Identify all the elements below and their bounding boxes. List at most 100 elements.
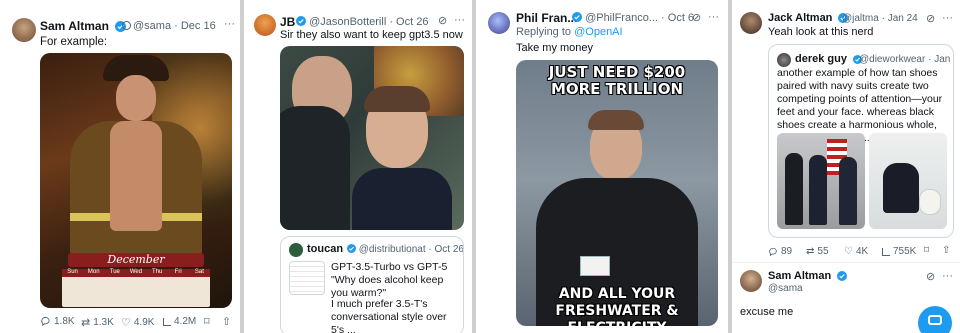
whisper-photo[interactable] [280,46,464,230]
reflective-stripe [162,213,202,221]
heart-icon: ♡ [121,317,131,329]
more-options-icon[interactable]: ··· [454,14,465,26]
share-icon[interactable]: ⇧ [222,315,231,328]
bar-chart-icon [163,317,171,326]
grok-icon[interactable]: ⊘ [926,270,935,283]
tweet-panel-jack: Jack Altman @jaltma · Jan 24 ⊘ ··· Yeah … [732,0,960,333]
person-in-suit [809,155,827,225]
share-icon[interactable]: ⇧ [942,245,950,256]
calendar-day-header: Tue [104,269,126,277]
grok-icon[interactable]: ⊘ [926,12,935,25]
quoted-author-name: toucan [307,243,344,255]
calendar-day-header: Sat [188,269,210,277]
reply-button[interactable]: 89 [768,246,792,257]
tweet-panel-phil: Phil Fran... @PhilFranco... · Oct 6 ⊘ ··… [476,0,728,333]
calendar-day-header: Sun [62,269,84,277]
views-button[interactable]: 755K [882,246,916,257]
listening-man-hair [364,86,430,112]
calendar-day-header: Wed [125,269,147,277]
reply-author-name[interactable]: Sam Altman [768,270,848,282]
reflective-stripe [70,213,110,221]
listening-man-suit [352,168,452,230]
avatar[interactable] [12,18,36,42]
avatar[interactable] [488,12,510,34]
bookmark-icon[interactable]: ⌑ [924,245,929,256]
verified-badge-icon [572,12,582,22]
reply-icon [41,316,50,327]
views-button[interactable]: 4.2M [163,316,196,327]
retweet-button[interactable]: ⇄ 55 [806,246,829,257]
reply-author-handle[interactable]: @sama [768,283,803,294]
like-button[interactable]: ♡ 4K [844,246,868,257]
person-in-suit [785,153,803,225]
author-name[interactable]: Phil Fran... [516,11,577,25]
replying-to-link[interactable]: @OpenAI [574,26,622,38]
bookmark-icon[interactable]: ⌑ [204,315,210,328]
grok-icon[interactable]: ⊘ [692,11,701,24]
person-head [116,75,156,121]
author-name[interactable]: Sam Altman [40,19,127,33]
verified-badge-icon [296,16,306,26]
seated-figure [883,163,919,213]
calendar-month-banner: December [68,253,204,267]
avatar[interactable] [254,14,276,36]
reply-button[interactable]: 1.8K [40,316,75,327]
conference-badge [580,256,610,276]
heart-icon: ♡ [844,246,853,257]
author-name[interactable]: JB [280,15,295,29]
retweet-button[interactable]: ⇄ 1.3K [81,316,114,329]
calendar-day-header: Fri [167,269,189,277]
tweet-panel-jb: JB @JasonBotterill · Oct 26 ⊘ ··· Sir th… [244,0,472,333]
more-options-icon[interactable]: ··· [942,270,953,282]
quoted-author-handle: @distributionat · Oct 26 [347,244,463,255]
quoted-media-thumbnail [289,261,325,295]
author-handle[interactable]: @PhilFranco... · Oct 6 [572,12,694,24]
reply-divider [732,262,960,263]
person-in-suit [839,157,857,225]
avatar[interactable] [740,270,762,292]
dog-figure [919,189,941,215]
avatar [289,243,303,257]
tweet-panel-sama: Sam Altman @sama · Dec 16 ··· For exampl… [0,0,240,333]
verified-badge-icon [837,271,848,281]
grok-icon[interactable]: ⊘ [438,14,447,27]
person-torso [110,121,162,231]
tweet-text: Yeah look at this nerd [768,26,874,38]
author-name[interactable]: Jack Altman [768,12,849,24]
like-button[interactable]: ♡ 4.9K [121,316,154,329]
whispering-man-suit [280,106,350,230]
calendar-day-header: Mon [83,269,105,277]
person-hair [588,110,644,130]
meme-image[interactable]: JUST NEED $200 MORE TRILLION AND ALL YOU… [516,60,718,326]
more-options-icon[interactable]: ··· [942,12,953,24]
tweet-text: Sir they also want to keep gpt3.5 now [280,29,463,41]
bar-chart-icon [882,247,890,256]
meme-top-text: JUST NEED $200 MORE TRILLION [548,63,686,98]
author-handle[interactable]: @jaltma · Jan 24 [842,13,918,24]
avatar [777,53,791,67]
quoted-author-name: derek guy [795,53,863,65]
retweet-icon: ⇄ [806,246,815,257]
affiliate-icon [122,21,131,30]
retweet-icon: ⇄ [81,317,91,329]
message-icon [928,315,942,325]
meme-bottom-text: AND ALL YOUR FRESHWATER & ELECTRICITY [555,286,679,326]
verified-badge-icon [347,244,356,253]
reply-icon [769,247,777,256]
quoted-tweet[interactable]: toucan @distributionat · Oct 26 GPT-3.5-… [280,236,464,333]
author-handle[interactable]: @sama · Dec 16 [122,20,216,32]
tweet-text: For example: [40,36,108,48]
author-handle[interactable]: @JasonBotterill · Oct 26 [296,16,428,28]
avatar[interactable] [740,12,762,34]
calendar-day-header: Thu [146,269,168,277]
quoted-photo-right [869,133,947,229]
more-options-icon[interactable]: ··· [224,18,235,30]
floating-action-button[interactable] [918,306,952,333]
more-options-icon[interactable]: ··· [708,11,719,23]
quoted-text: GPT-3.5-Turbo vs GPT-5 "Why does alcohol… [331,261,448,299]
firefighter-calendar-image[interactable]: December Sun Mon Tue Wed Thu Fri Sat [40,53,232,308]
reply-text: excuse me [740,306,794,318]
replying-to-line: Replying to @OpenAI [516,26,623,38]
quoted-author-handle: @dieworkwear · Jan 24 [859,54,953,65]
quoted-tweet[interactable]: derek guy @dieworkwear · Jan 24 another … [768,44,954,238]
